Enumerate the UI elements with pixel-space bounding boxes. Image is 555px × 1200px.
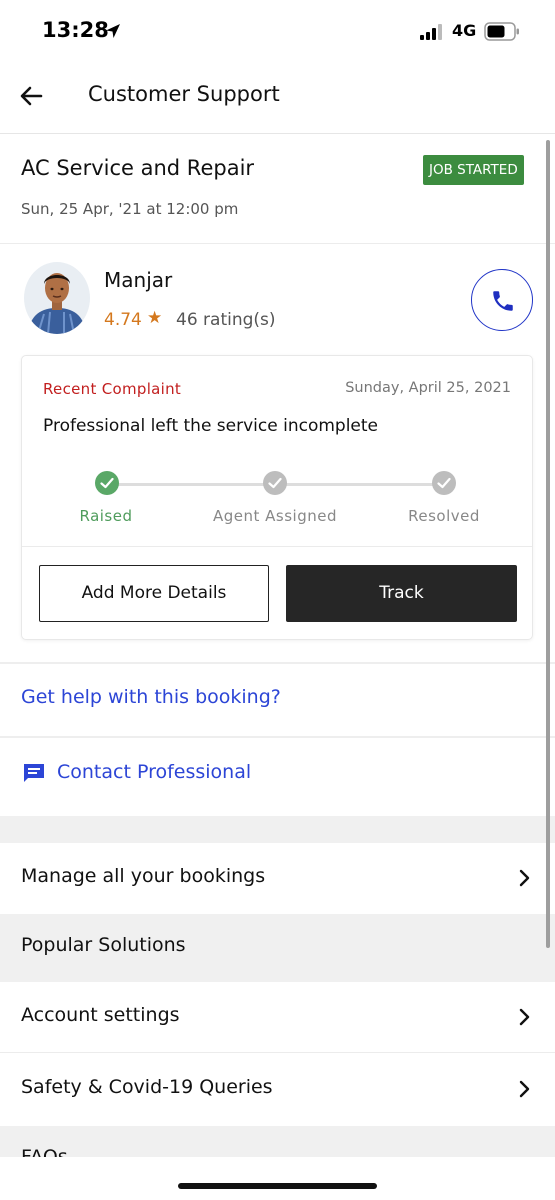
step-agent-check-icon <box>263 471 287 495</box>
battery-icon <box>484 22 519 41</box>
section-gap <box>0 816 555 843</box>
network-type: 4G <box>452 21 477 40</box>
step-raised-check-icon <box>95 471 119 495</box>
chevron-right-icon <box>519 1008 530 1026</box>
job-title: AC Service and Repair <box>21 156 255 180</box>
rating-value: 4.74 <box>104 310 142 330</box>
section-divider <box>0 662 555 664</box>
phone-icon <box>493 291 513 311</box>
menu-item-account-settings[interactable]: Account settings <box>0 982 555 1053</box>
chevron-right-icon <box>519 1080 530 1098</box>
card-divider <box>22 546 532 547</box>
menu-item-label: Safety & Covid-19 Queries <box>21 1076 273 1098</box>
rating-count: 46 rating(s) <box>176 310 276 330</box>
complaint-card: Recent Complaint Sunday, April 25, 2021 … <box>21 355 533 640</box>
track-button[interactable]: Track <box>286 565 517 622</box>
complaint-date: Sunday, April 25, 2021 <box>345 380 511 396</box>
job-date: Sun, 25 Apr, '21 at 12:00 pm <box>21 200 239 218</box>
contact-professional-button[interactable]: Contact Professional <box>0 738 555 816</box>
section-header-popular-solutions: Popular Solutions <box>0 914 555 982</box>
add-more-details-button[interactable]: Add More Details <box>39 565 269 622</box>
cellular-signal-icon <box>420 24 442 40</box>
step-label-raised: Raised <box>79 507 133 525</box>
step-label-agent-assigned: Agent Assigned <box>212 507 337 525</box>
section-header-label: Popular Solutions <box>21 934 186 956</box>
scrollbar[interactable] <box>546 140 550 948</box>
row-divider <box>0 1052 555 1053</box>
menu-item-manage-bookings[interactable]: Manage all your bookings <box>0 843 555 914</box>
top-bar: Customer Support <box>0 62 555 134</box>
status-badge: JOB STARTED <box>423 155 524 185</box>
call-button[interactable] <box>471 269 533 331</box>
status-time: 13:28 <box>42 18 109 42</box>
avatar <box>24 262 90 334</box>
professional-card: Manjar 4.74 ★ 46 rating(s) <box>0 244 555 352</box>
step-resolved-check-icon <box>432 471 456 495</box>
arrow-left-icon[interactable] <box>16 80 48 112</box>
bottom-safe-area <box>0 1157 555 1200</box>
menu-item-label: Account settings <box>21 1004 180 1026</box>
star-icon: ★ <box>147 308 163 328</box>
complaint-label: Recent Complaint <box>43 380 182 398</box>
menu-item-label: Manage all your bookings <box>21 865 266 887</box>
home-indicator[interactable] <box>178 1183 377 1189</box>
booking-help-link[interactable]: Get help with this booking? <box>21 686 281 708</box>
menu-item-safety-covid[interactable]: Safety & Covid-19 Queries <box>0 1054 555 1126</box>
chat-icon <box>24 764 44 782</box>
complaint-text: Professional left the service incomplete <box>43 416 379 436</box>
job-summary: AC Service and Repair Sun, 25 Apr, '21 a… <box>0 134 555 244</box>
step-label-resolved: Resolved <box>408 507 480 525</box>
page-title: Customer Support <box>88 82 280 106</box>
professional-name: Manjar <box>104 268 173 292</box>
location-arrow-icon <box>106 24 120 38</box>
contact-professional-label: Contact Professional <box>57 761 252 783</box>
chevron-right-icon <box>519 869 530 887</box>
status-bar: 13:28 4G <box>0 0 555 62</box>
